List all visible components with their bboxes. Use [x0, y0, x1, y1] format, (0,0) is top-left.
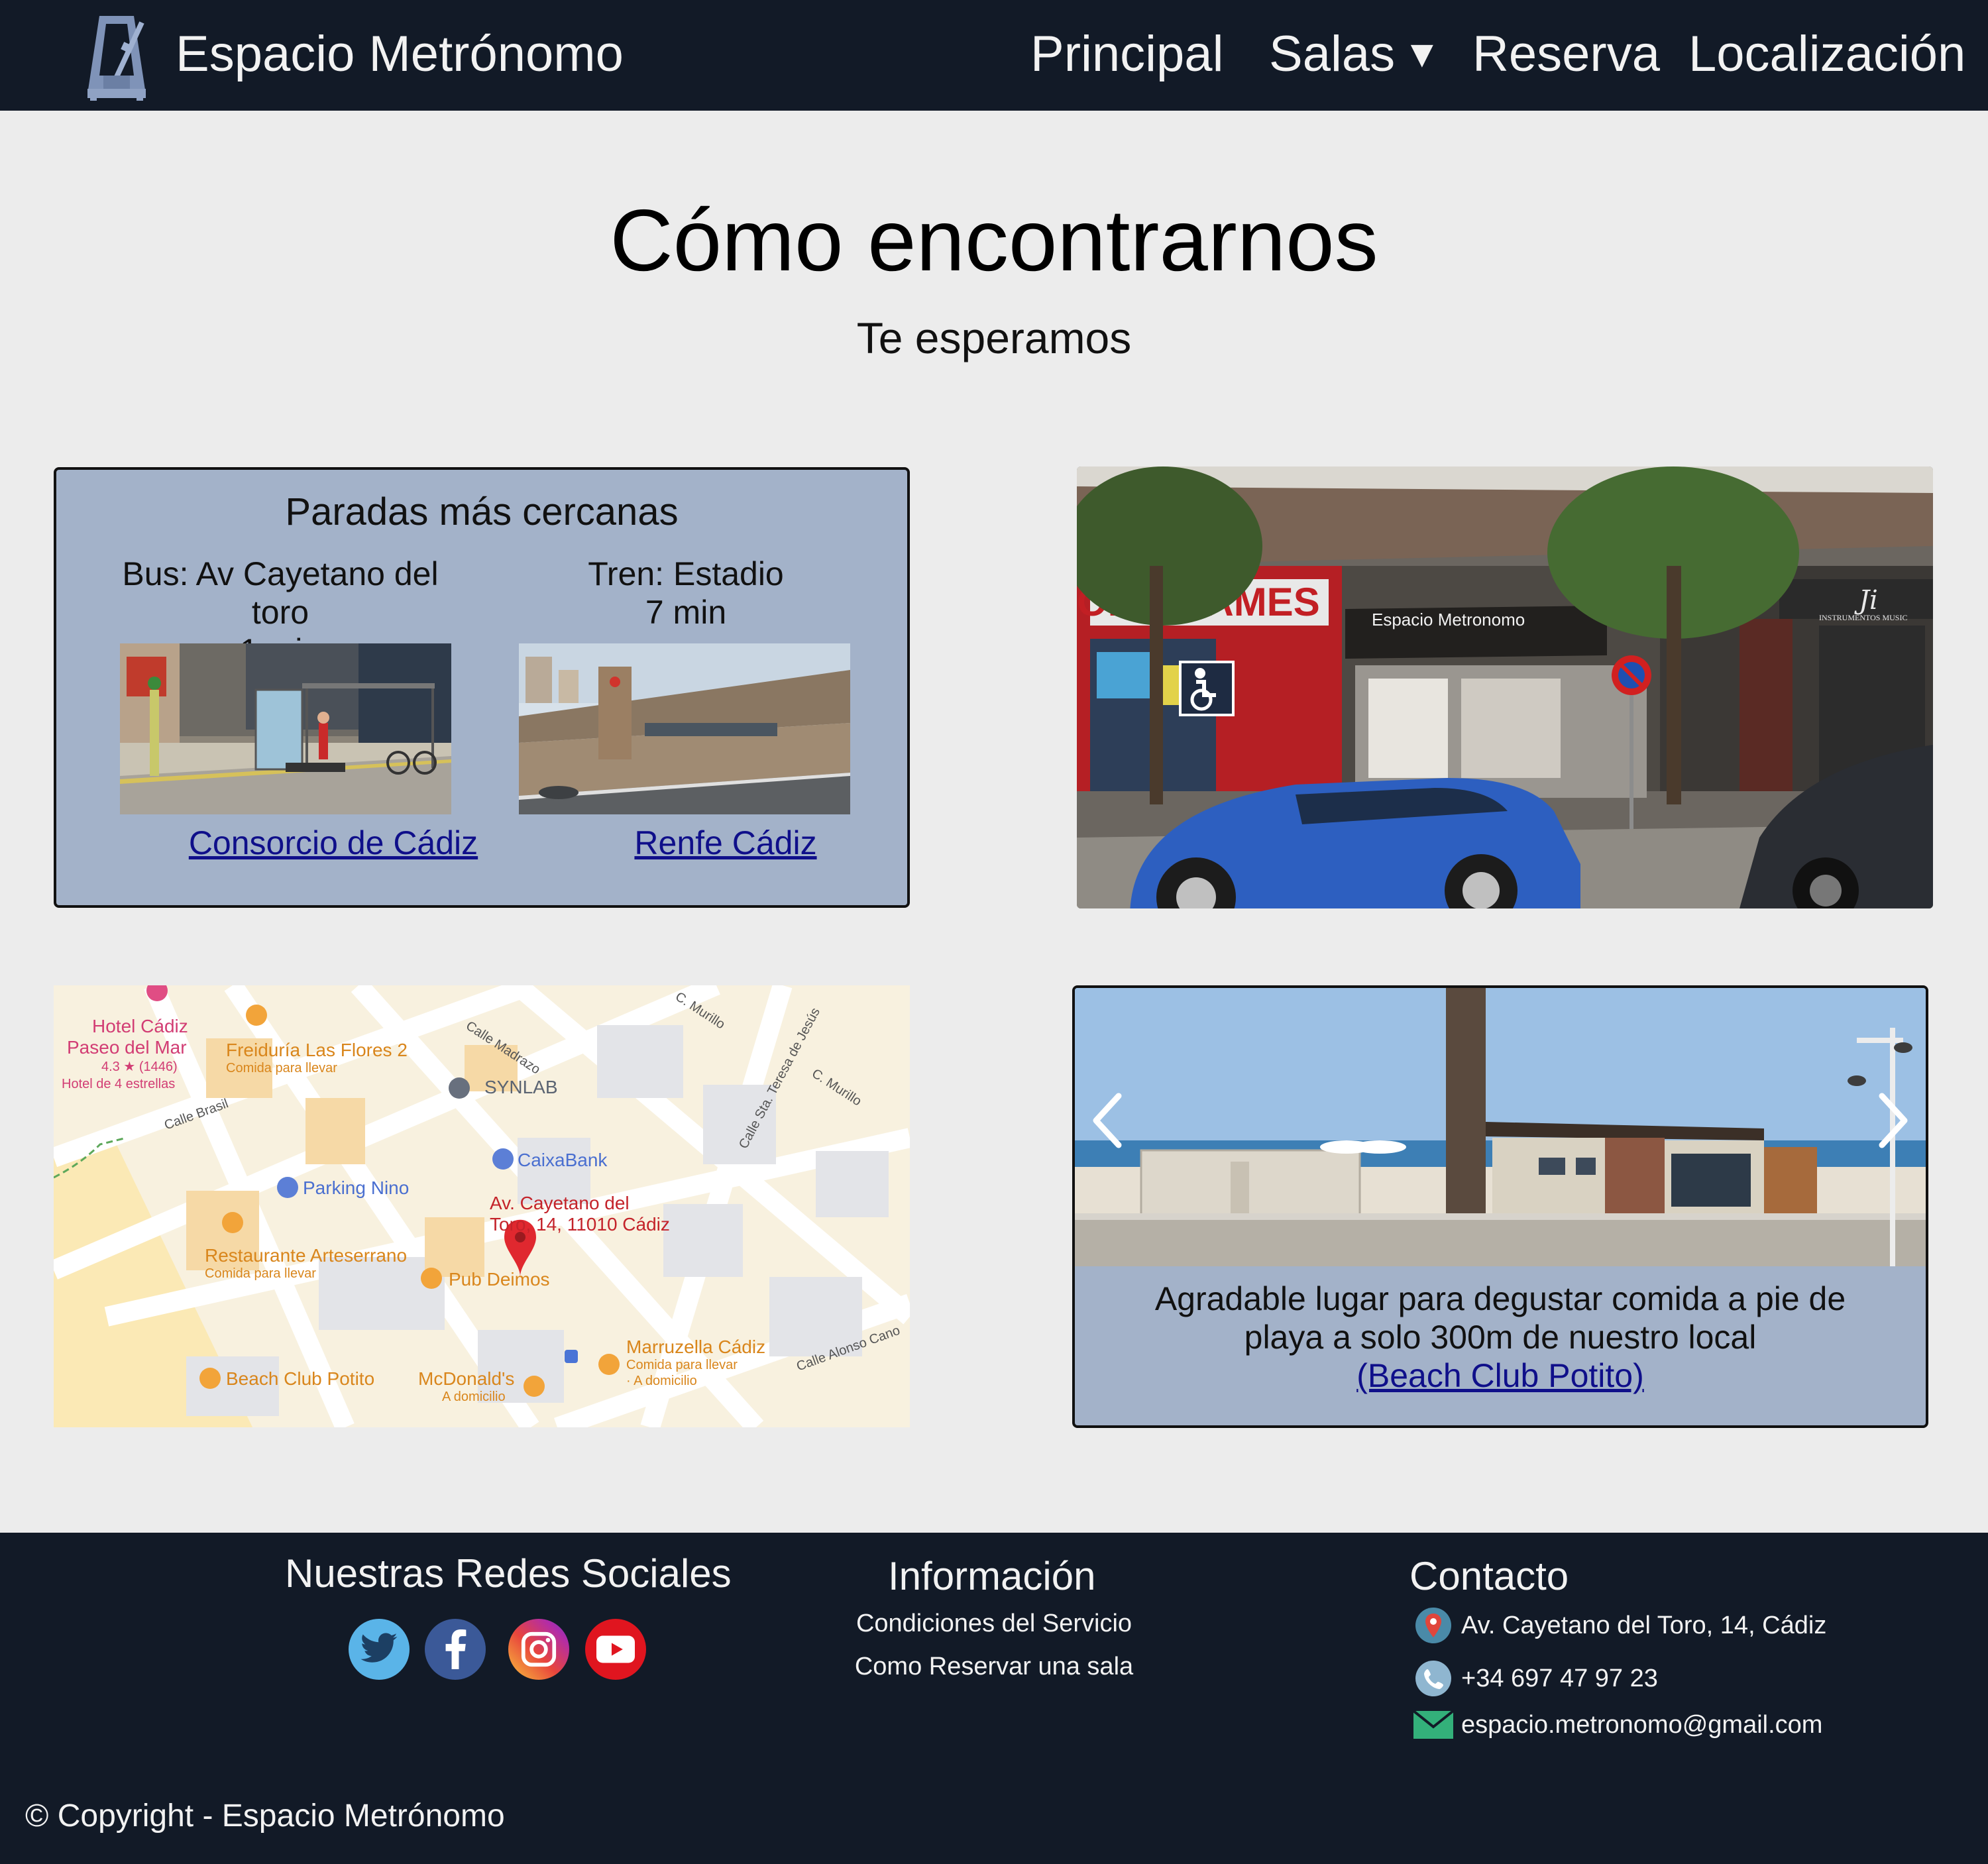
nav-salas[interactable]: Salas ▼ [1269, 21, 1441, 87]
map-label-address1: Av. Cayetano del [490, 1193, 630, 1213]
footer: Nuestras Redes Sociales Información Cond… [0, 1533, 1988, 1864]
map-label-hotel-type: Hotel de 4 estrellas [62, 1077, 176, 1091]
email-icon [1413, 1705, 1453, 1745]
beach-club-photo [1075, 988, 1926, 1266]
renfe-cadiz-link[interactable]: Renfe Cádiz [540, 821, 911, 865]
location-pin-icon [1413, 1606, 1453, 1645]
beach-club-carousel: Agradable lugar para degustar comida a p… [1072, 985, 1928, 1428]
metronome-icon[interactable] [85, 9, 148, 101]
storefront-sign: Espacio Metronomo [1372, 610, 1525, 630]
train-station-photo [519, 643, 850, 814]
store-sign-right-sub: INSTRUMENTOS MUSIC [1819, 613, 1907, 622]
map-label-freiduria-sub: Comida para llevar [226, 1061, 337, 1075]
chevron-right-icon [1879, 1093, 1908, 1148]
copyright: © Copyright - Espacio Metrónomo [25, 1798, 505, 1834]
map-label-marruzella-sub2: · A domicilio [626, 1374, 697, 1388]
nav-salas-label: Salas [1269, 26, 1396, 82]
brand-name[interactable]: Espacio Metrónomo [176, 21, 624, 87]
chevron-left-icon [1093, 1093, 1122, 1148]
youtube-icon[interactable] [585, 1619, 646, 1680]
consorcio-cadiz-link[interactable]: Consorcio de Cádiz [148, 821, 519, 865]
contact-phone: +34 697 47 97 23 [1413, 1659, 1658, 1698]
phone-icon [1413, 1659, 1453, 1698]
train-stop-info: Tren: Estadio 7 min [500, 555, 871, 631]
map-label-marruzella-sub1: Comida para llevar [626, 1358, 738, 1372]
bus-stop-name: Bus: Av Cayetano del toro [122, 555, 439, 631]
nav-principal[interactable]: Principal [1030, 21, 1223, 87]
navbar: Espacio Metrónomo Principal Salas ▼ Reser… [0, 0, 1988, 111]
how-to-book-link[interactable]: Como Reservar una sala [795, 1650, 1193, 1683]
map-label-arteserrano: Restaurante Arteserrano [205, 1245, 408, 1266]
bus-stop-photo [120, 643, 451, 814]
map-label-caixabank: CaixaBank [518, 1150, 608, 1170]
storefront-photo: ONE GAMES Espacio Metronomo Ji INSTRUMEN… [1077, 466, 1933, 908]
nav-localizacion[interactable]: Localización [1688, 21, 1965, 87]
map-label-parking: Parking Nino [303, 1178, 410, 1198]
twitter-icon[interactable] [349, 1619, 410, 1680]
social-title: Nuestras Redes Sociales [285, 1551, 732, 1596]
map-label-beachclub: Beach Club Potito [226, 1368, 375, 1389]
train-stop-name: Tren: Estadio [588, 555, 784, 592]
map-label-mcdonalds-sub: A domicilio [442, 1390, 506, 1404]
carousel-prev-button[interactable] [1081, 1061, 1134, 1180]
map-label-marruzella: Marruzella Cádiz [626, 1337, 766, 1357]
caret-down-icon: ▼ [1403, 32, 1441, 76]
info-title: Información [888, 1554, 1096, 1598]
page-title: Cómo encontrarnos [610, 192, 1378, 289]
carousel-caption-line1: Agradable lugar para degustar comida a p… [1154, 1280, 1846, 1317]
map-label-mcdonalds: McDonald's [418, 1368, 515, 1389]
facebook-icon[interactable] [425, 1619, 486, 1680]
contact-title: Contacto [1409, 1554, 1569, 1598]
nav-reserva[interactable]: Reserva [1472, 21, 1660, 87]
contact-email-text[interactable]: espacio.metronomo@gmail.com [1461, 1708, 1822, 1741]
page-subtitle: Te esperamos [856, 313, 1132, 362]
map-label-freiduria: Freiduría Las Flores 2 [226, 1040, 408, 1060]
contact-email: espacio.metronomo@gmail.com [1413, 1705, 1822, 1745]
train-stop-time: 7 min [645, 594, 727, 631]
location-map[interactable]: Hotel Cádiz Paseo del Mar 4.3 ★ (1446) H… [54, 985, 910, 1427]
stops-title: Paradas más cercanas [285, 490, 679, 533]
stops-card: Paradas más cercanas Bus: Av Cayetano de… [54, 467, 910, 908]
map-label-arteserrano-sub: Comida para llevar [205, 1266, 316, 1281]
map-label-hotel: Hotel Cádiz [92, 1016, 188, 1036]
carousel-next-button[interactable] [1866, 1061, 1919, 1180]
map-label-hotel2: Paseo del Mar [67, 1037, 187, 1058]
carousel-caption: Agradable lugar para degustar comida a p… [1075, 1280, 1926, 1395]
contact-phone-text[interactable]: +34 697 47 97 23 [1461, 1662, 1658, 1695]
contact-address: Av. Cayetano del Toro, 14, Cádiz [1413, 1606, 1826, 1645]
contact-address-text: Av. Cayetano del Toro, 14, Cádiz [1461, 1612, 1827, 1639]
terms-of-service-link[interactable]: Condiciones del Servicio [795, 1607, 1193, 1640]
map-label-pubdeimos: Pub Deimos [449, 1269, 550, 1289]
beach-club-link[interactable]: (Beach Club Potito) [1075, 1356, 1926, 1395]
map-label-address2: Toro, 14, 11010 Cádiz [490, 1214, 670, 1234]
map-label-synlab: SYNLAB [484, 1077, 558, 1097]
instagram-icon[interactable] [508, 1619, 569, 1680]
map-label-hotel-rating: 4.3 ★ (1446) [101, 1060, 178, 1074]
carousel-caption-line2: playa a solo 300m de nuestro local [1244, 1319, 1757, 1356]
